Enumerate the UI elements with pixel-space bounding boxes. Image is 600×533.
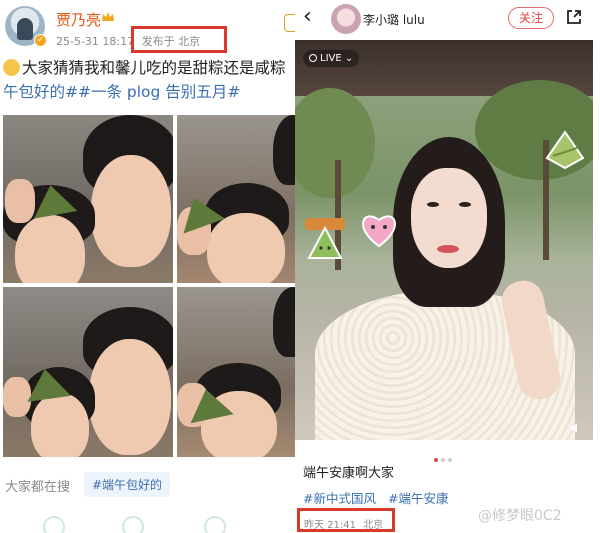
post-photo-1[interactable] — [3, 115, 173, 283]
post-date: 25-5-31 18:17 — [56, 35, 135, 48]
author-name[interactable]: 贾乃亮 — [56, 9, 101, 30]
author-avatar[interactable] — [331, 4, 361, 34]
cat-emoji-icon — [3, 59, 20, 76]
right-post-panel: ‹ 李小璐 lulu 关注 LIVE ⌄ 端午安康啊大家 #新中式国风 #端午安… — [295, 0, 600, 533]
live-photo[interactable]: LIVE ⌄ — [295, 40, 593, 440]
back-chevron-icon[interactable]: ‹ — [303, 6, 312, 28]
left-post-panel: ✓ 贾乃亮 25-5-31 18:17 发布于 北京 大家猜猜我和馨儿吃的是甜粽… — [0, 0, 295, 533]
speaker-icon[interactable] — [570, 422, 582, 434]
crown-icon — [102, 12, 114, 21]
location-highlight-box — [131, 26, 227, 53]
post-action-bar — [0, 512, 295, 533]
trending-search-label: 大家都在搜 — [5, 480, 71, 495]
comment-icon[interactable] — [122, 516, 144, 533]
author-name[interactable]: 李小璐 lulu — [363, 11, 425, 28]
follow-button[interactable]: 关注 — [508, 7, 554, 29]
hashtag[interactable]: #端午安康 — [388, 491, 448, 506]
repost-icon[interactable] — [43, 516, 65, 533]
post-text-line-1: 大家猜猜我和馨儿吃的是甜粽还是咸粽 — [3, 56, 286, 78]
zongzi-sticker-icon — [305, 218, 345, 259]
hashtag[interactable]: #新中式国风 — [303, 491, 376, 506]
live-badge[interactable]: LIVE ⌄ — [303, 50, 360, 67]
post-photo-4[interactable] — [177, 287, 295, 457]
post-photo-2[interactable] — [177, 115, 295, 283]
zongzi-sticker-icon — [545, 130, 585, 170]
post-title: 端午安康啊大家 — [303, 466, 395, 481]
more-options-icon[interactable] — [284, 14, 295, 32]
heart-sticker-icon — [362, 215, 396, 248]
like-icon[interactable] — [204, 516, 226, 533]
time-location-highlight-box — [297, 508, 395, 532]
carousel-dots — [434, 447, 455, 466]
share-icon[interactable] — [565, 8, 583, 26]
trending-search-tag[interactable]: #端午包好的 — [84, 472, 171, 497]
verified-badge-icon: ✓ — [34, 34, 47, 47]
post-hashtags: #新中式国风 #端午安康 — [303, 488, 456, 507]
watermark: @修梦眼0C2 — [478, 508, 562, 524]
post-hashtags[interactable]: 午包好的##一条 plog 告别五月# — [3, 80, 240, 102]
post-photo-3[interactable] — [3, 287, 173, 457]
